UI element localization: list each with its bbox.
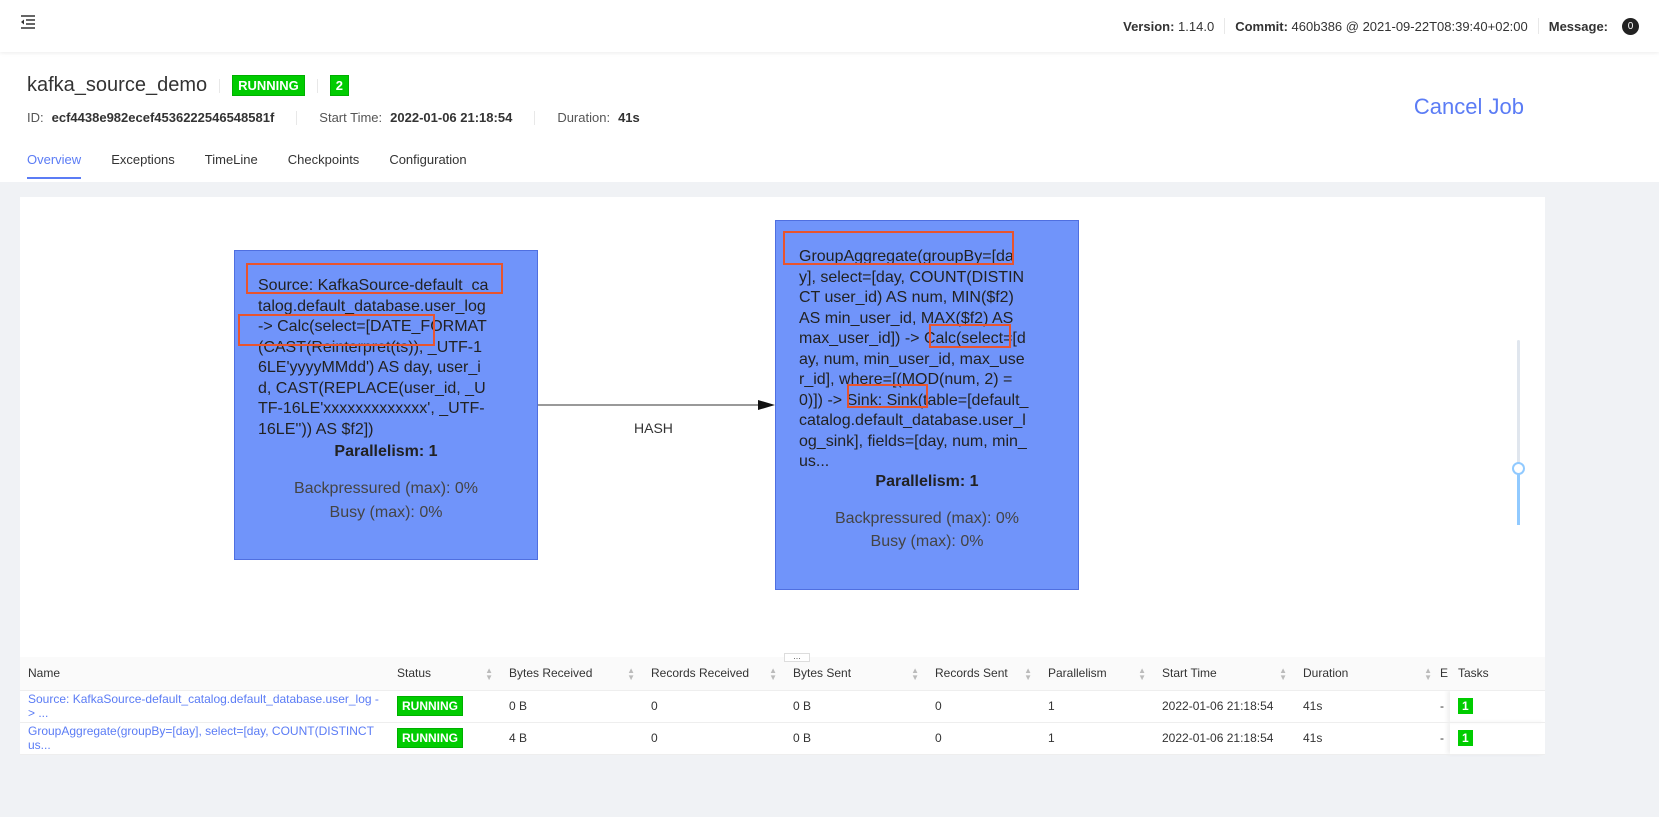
version-label: Version: <box>1123 18 1175 34</box>
bytes-sent: 0 B <box>785 722 927 755</box>
column-header-start-time[interactable]: Start Time ▲ ▼ <box>1154 657 1295 691</box>
parallelism: 1 <box>1040 690 1154 723</box>
node-busy: Busy (max): 0% <box>329 504 443 521</box>
sort-icon: ▲ ▼ <box>627 666 635 682</box>
column-header-records-received[interactable]: Records Received ▲ ▼ <box>643 657 785 691</box>
node-backpressure: Backpressured (max): 0% <box>293 480 479 497</box>
records-sent: 0 <box>927 690 1040 723</box>
node-parallelism: Parallelism: 1 <box>875 473 979 490</box>
version-value: 1.14.0 <box>1178 18 1215 34</box>
duration: 41s <box>1295 690 1440 723</box>
edge-label: HASH <box>634 420 673 436</box>
sort-icon: ▲ ▼ <box>911 666 919 682</box>
divider <box>1537 18 1539 34</box>
sort-icon: ▲ ▼ <box>1424 666 1432 682</box>
end-time: - <box>1440 690 1450 723</box>
cluster-meta: Version: 1.14.0 Commit: 460b386 @ 2021-0… <box>1123 0 1639 52</box>
zoom-slider-track <box>1517 470 1520 525</box>
status-badge: RUNNING <box>397 728 463 748</box>
arrow-head-icon <box>758 400 775 410</box>
bytes-received: 4 B <box>501 722 643 755</box>
records-sent: 0 <box>927 722 1040 755</box>
table-header: Name Status ▲ ▼ Bytes Received ▲ ▼ Records R… <box>20 657 1545 691</box>
column-header-duration[interactable]: Duration ▲ ▼ <box>1295 657 1440 691</box>
zoom-slider-handle[interactable] <box>1512 462 1525 475</box>
end-time: - <box>1440 722 1450 755</box>
start-time: 2022-01-06 21:18:54 <box>1154 690 1295 723</box>
sort-icon: ▲ ▼ <box>1024 666 1032 682</box>
highlight-box <box>238 314 435 346</box>
commit-value: 460b386 @ 2021-09-22T08:39:40+02:00 <box>1291 18 1528 34</box>
sort-icon: ▲ ▼ <box>1138 666 1146 682</box>
column-header-status[interactable]: Status ▲ ▼ <box>389 657 501 691</box>
resize-handle[interactable]: ... <box>784 652 810 662</box>
start-time: 2022-01-06 21:18:54 <box>1154 722 1295 755</box>
vertex-name-link[interactable]: GroupAggregate(groupBy=[day], select=[da… <box>28 724 374 752</box>
bytes-received: 0 B <box>501 690 643 723</box>
tasks-badge: 1 <box>1458 730 1473 746</box>
sort-icon: ▲ ▼ <box>769 666 777 682</box>
highlight-box <box>929 324 1011 348</box>
sort-icon: ▲ ▼ <box>485 666 493 682</box>
column-header-bytes-received[interactable]: Bytes Received ▲ ▼ <box>501 657 643 691</box>
vertex-name-link[interactable]: Source: KafkaSource-default_catalog.defa… <box>28 692 379 720</box>
highlight-box <box>847 384 928 408</box>
node-parallelism: Parallelism: 1 <box>334 443 438 460</box>
column-header-parallelism[interactable]: Parallelism ▲ ▼ <box>1040 657 1154 691</box>
table-row[interactable]: GroupAggregate(groupBy=[day], select=[da… <box>20 722 1545 755</box>
highlight-box <box>246 263 503 294</box>
column-header-tasks: Tasks <box>1450 657 1545 691</box>
node-backpressure: Backpressured (max): 0% <box>834 510 1020 527</box>
records-received: 0 <box>643 690 785 723</box>
menu-fold-icon[interactable] <box>19 14 37 30</box>
message-count-badge[interactable]: 0 <box>1622 17 1639 35</box>
vertex-table: Name Status ▲ ▼ Bytes Received ▲ ▼ Records R… <box>20 657 1545 755</box>
sort-icon: ▲ ▼ <box>1279 666 1287 682</box>
duration: 41s <box>1295 722 1440 755</box>
divider <box>1224 18 1226 34</box>
status-badge: RUNNING <box>397 696 463 716</box>
parallelism: 1 <box>1040 722 1154 755</box>
column-header-end-time[interactable]: E <box>1440 657 1450 691</box>
tasks-badge: 1 <box>1458 698 1473 714</box>
records-received: 0 <box>643 722 785 755</box>
bytes-sent: 0 B <box>785 690 927 723</box>
column-header-records-sent[interactable]: Records Sent ▲ ▼ <box>927 657 1040 691</box>
node-busy: Busy (max): 0% <box>870 533 984 550</box>
top-bar: Version: 1.14.0 Commit: 460b386 @ 2021-0… <box>0 0 1659 52</box>
message-label[interactable]: Message: <box>1549 19 1608 34</box>
graph-node-source[interactable]: Source: KafkaSource-default_ca talog.def… <box>234 250 538 560</box>
commit-label: Commit: <box>1235 18 1288 34</box>
table-row[interactable]: Source: KafkaSource-default_catalog.defa… <box>20 690 1545 723</box>
highlight-box <box>783 231 1014 265</box>
node-description: GroupAggregate(groupBy=[da y], select=[d… <box>799 248 1029 470</box>
zoom-slider[interactable] <box>1517 340 1520 525</box>
column-header-name: Name <box>20 657 389 691</box>
node-description: Source: KafkaSource-default_ca talog.def… <box>258 277 489 438</box>
